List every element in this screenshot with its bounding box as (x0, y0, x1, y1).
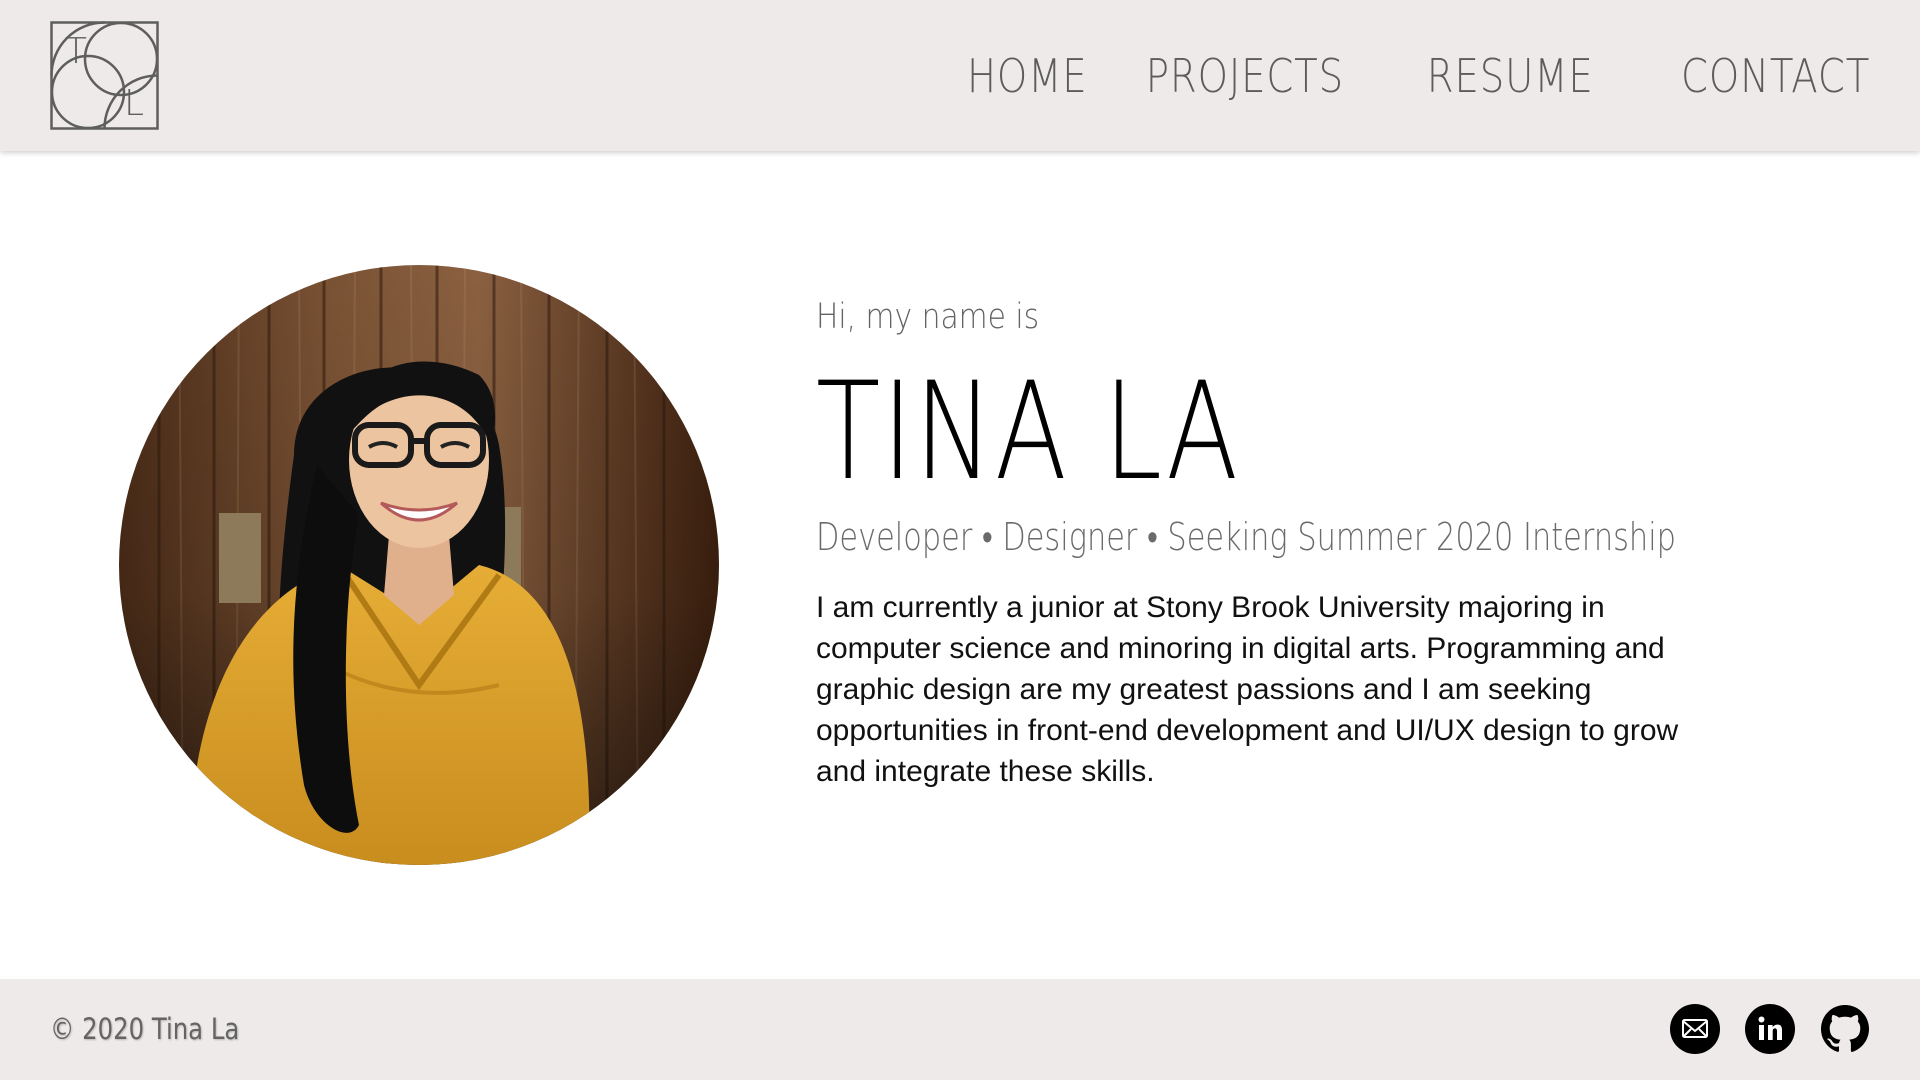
copyright-text: © 2020 Tina La (50, 1012, 240, 1046)
nav-home[interactable]: HOME (967, 46, 1088, 106)
site-header: T L HOME PROJECTS RESUME CONTACT (0, 0, 1920, 151)
intro-text: Hi, my name is TINA LA Developer • Desig… (816, 292, 1766, 792)
linkedin-icon (1745, 1004, 1795, 1054)
social-links (1670, 1004, 1870, 1054)
main-nav: HOME PROJECTS RESUME CONTACT (944, 46, 1870, 106)
nav-projects[interactable]: PROJECTS (1146, 46, 1344, 106)
page-title: TINA LA (816, 353, 1240, 510)
site-footer: © 2020 Tina La (0, 979, 1920, 1080)
github-icon (1821, 1005, 1869, 1052)
nav-resume[interactable]: RESUME (1427, 46, 1594, 106)
email-icon (1670, 1004, 1720, 1054)
logo-letter-t: T (65, 31, 87, 72)
nav-contact[interactable]: CONTACT (1681, 46, 1870, 106)
linkedin-link[interactable] (1745, 1004, 1795, 1054)
logo-letter-l: L (124, 83, 144, 124)
greeting-text: Hi, my name is (816, 297, 1040, 337)
profile-photo (119, 265, 719, 865)
hero-section: Hi, my name is TINA LA Developer • Desig… (0, 151, 1920, 979)
tl-monogram-logo[interactable]: T L (50, 21, 159, 130)
github-link[interactable] (1820, 1004, 1870, 1054)
tagline: Developer • Designer • Seeking Summer 20… (816, 515, 1676, 559)
bio-paragraph: I am currently a junior at Stony Brook U… (816, 591, 1679, 788)
email-link[interactable] (1670, 1004, 1720, 1054)
logo-icon: T L (50, 21, 159, 130)
